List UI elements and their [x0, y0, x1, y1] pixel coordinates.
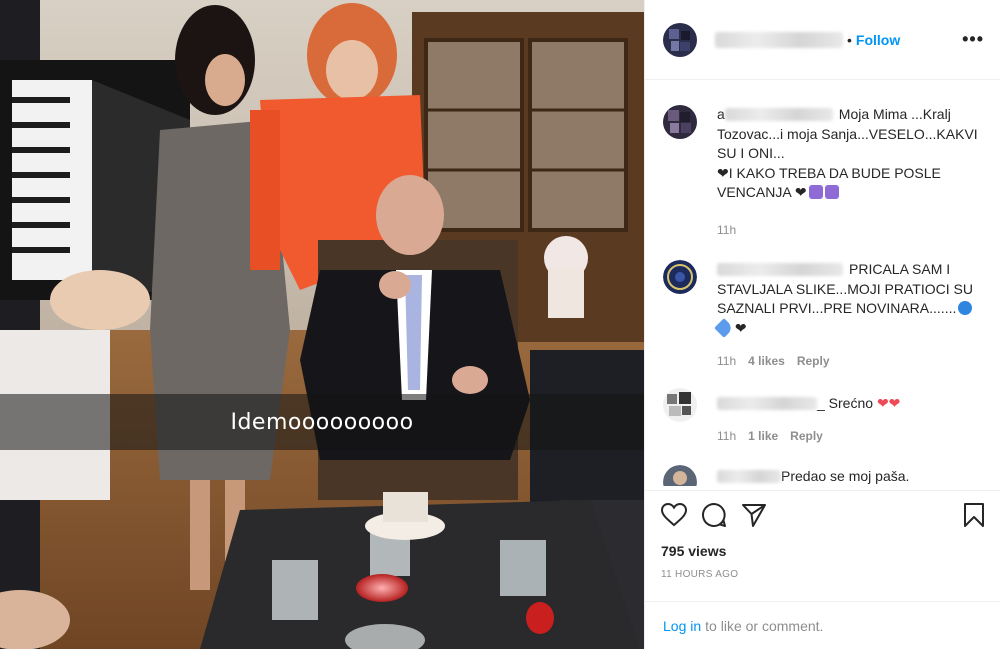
comment-body: _ Srećno: [817, 394, 874, 411]
post-side-panel: • Follow ••• a Moja Mima ...Kralj Tozova…: [644, 0, 1000, 649]
comment-text-line2: ❤I KAKO TREBA DA BUDE POSLE VENCANJA ❤: [717, 164, 985, 203]
view-count[interactable]: 795 views: [661, 543, 985, 559]
comment-text: PRICALA SAM I STAVLJALA SLIKE...MOJI PRA…: [714, 260, 985, 338]
comment-likes[interactable]: 1 like: [748, 427, 778, 447]
follow-button[interactable]: Follow: [856, 32, 900, 48]
libra-emoji-icon: [808, 185, 823, 199]
comment-username-blurred[interactable]: [717, 396, 817, 410]
comment-item: Predao se moj paša.: [663, 464, 985, 487]
comment-time[interactable]: 11h: [717, 352, 736, 372]
commenter-avatar[interactable]: [663, 387, 697, 422]
rocket-icon: [714, 317, 734, 338]
commenter-avatar[interactable]: [663, 464, 697, 486]
bookmark-icon[interactable]: [963, 502, 985, 533]
heart-icon[interactable]: [660, 502, 688, 532]
commenter-avatar[interactable]: [663, 260, 697, 294]
reply-button[interactable]: Reply: [797, 352, 830, 372]
login-link[interactable]: Log in: [663, 618, 701, 634]
post-timestamp[interactable]: 11 HOURS AGO: [661, 569, 985, 580]
reply-button[interactable]: Reply: [790, 427, 823, 447]
comment-likes[interactable]: 4 likes: [748, 352, 785, 372]
action-icons-row: [660, 491, 985, 543]
login-prompt: Log in to like or comment.: [645, 601, 1000, 649]
commenter-avatar[interactable]: [663, 105, 697, 139]
red-heart-icon: ❤: [888, 394, 901, 411]
login-prompt-text: to like or comment.: [705, 617, 824, 634]
comment-text: _ Srećno ❤❤: [717, 394, 985, 414]
comment-item: a Moja Mima ...Kralj Tozovac...i moja San…: [663, 105, 985, 240]
video-caption-text: Idemooooooooo: [230, 409, 414, 435]
comment-body: Predao se moj paša.: [781, 467, 910, 484]
more-options-icon[interactable]: •••: [962, 29, 984, 50]
comment-item: PRICALA SAM I STAVLJALA SLIKE...MOJI PRA…: [663, 260, 985, 372]
comment-meta: 11h: [717, 221, 985, 241]
comment-time[interactable]: 11h: [717, 221, 736, 241]
comment-meta: 11h 1 like Reply: [717, 427, 985, 447]
comment-item: _ Srećno ❤❤ 11h 1 like Reply: [663, 387, 985, 447]
black-heart-icon: ❤: [794, 184, 807, 200]
black-heart-icon: ❤: [717, 164, 729, 181]
comment-username-visible[interactable]: a: [717, 106, 725, 122]
red-heart-icon: ❤: [876, 394, 889, 411]
author-username-blurred[interactable]: [715, 31, 843, 48]
comments-list: a Moja Mima ...Kralj Tozovac...i moja San…: [645, 81, 1000, 486]
globe-icon: [958, 301, 973, 315]
share-icon[interactable]: [741, 502, 767, 533]
comment-text: Predao se moj paša.: [717, 467, 985, 487]
comment-username-blurred[interactable]: [717, 263, 843, 276]
comment-text: a Moja Mima ...Kralj Tozovac...i moja San…: [717, 105, 985, 164]
comment-username-blurred[interactable]: [724, 108, 833, 121]
comment-meta: 11h 4 likes Reply: [717, 352, 985, 372]
video-caption-bar: Idemooooooooo: [0, 394, 644, 450]
post-header: • Follow •••: [645, 0, 1000, 80]
aquarius-emoji-icon: [824, 185, 839, 199]
video-frame-image: [0, 0, 644, 649]
black-heart-icon: ❤: [734, 319, 747, 336]
author-avatar[interactable]: [663, 22, 697, 57]
post-video[interactable]: Idemooooooooo: [0, 0, 644, 649]
comment-username-blurred[interactable]: [717, 469, 781, 483]
comment-icon[interactable]: [701, 502, 727, 533]
post-actions: 795 views 11 HOURS AGO: [645, 490, 1000, 580]
instagram-post: Idemooooooooo • Follow ••• a Moja Mima .…: [0, 0, 1000, 649]
comment-time[interactable]: 11h: [717, 427, 736, 447]
header-separator: •: [847, 31, 852, 48]
